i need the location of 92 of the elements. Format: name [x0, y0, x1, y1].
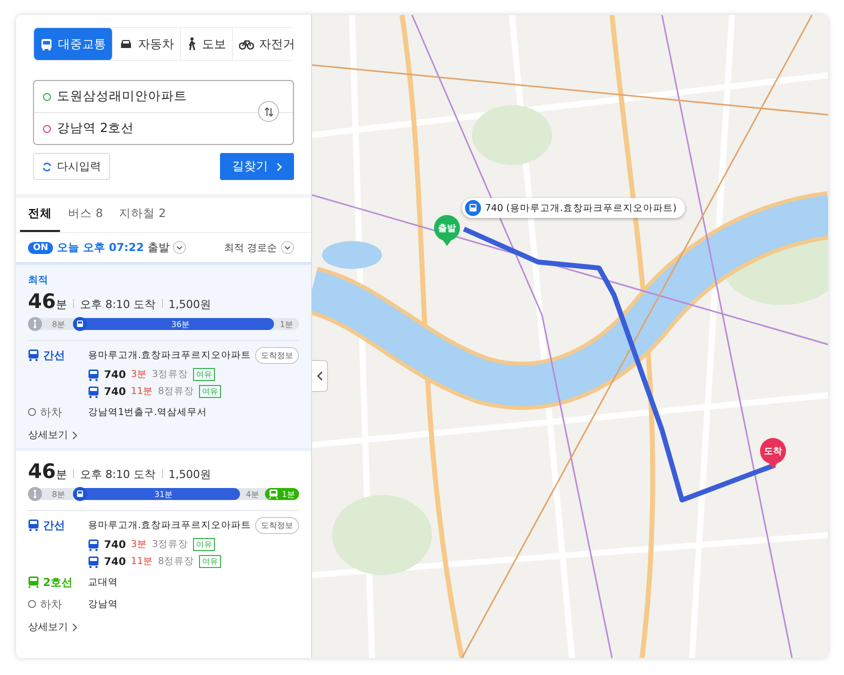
stops-away: 8정류장	[158, 385, 194, 398]
subway-icon	[268, 489, 278, 499]
arrival-eta: 11분	[130, 385, 154, 398]
destination-marker-icon	[43, 124, 51, 132]
stop-name: 용마루고개.효창파크푸르지오아파트	[88, 349, 252, 362]
walk-time-label: 4분	[246, 488, 259, 500]
bus-icon	[88, 556, 99, 568]
swap-button[interactable]	[258, 101, 279, 122]
arrival-eta: 11분	[130, 555, 154, 568]
route-card[interactable]: 최적 46분 오후 8:10 도착 1,500원 8분 36분 1분 간선 용마루고개.효창파크푸르지오아파트 도착정보 740 3분 3정류장 여유 740 11분 8정류장 여유 하차 강남역1번출구.역삼세무서 상세보기	[16, 262, 311, 448]
bus-icon	[28, 519, 39, 531]
stops-away: 3정류장	[152, 538, 188, 551]
arrival-info-button[interactable]: 도착정보	[255, 517, 299, 534]
bus-segment: 36분	[73, 318, 274, 330]
crowding-badge: 여유	[199, 385, 222, 398]
destination-field[interactable]: 강남역 2호선	[57, 120, 134, 137]
walking-person-icon	[28, 487, 42, 501]
pin-tail-icon	[768, 462, 778, 469]
subway-line: 2호선	[43, 574, 73, 590]
alight-marker-icon	[28, 408, 36, 416]
route-tag: 최적	[28, 273, 299, 287]
duration: 46분	[28, 459, 67, 483]
swap-arrows-icon	[262, 106, 274, 118]
collapse-panel-button[interactable]	[312, 360, 328, 392]
filter-tab[interactable]: 버스 8	[60, 198, 111, 232]
map-view[interactable]: 740 (용마루고개.효창파크푸르지오아파트) 출발 도착	[312, 15, 828, 658]
arrival-time: 오후 8:10 도착	[80, 297, 156, 312]
chevron-right-icon	[72, 430, 78, 440]
stop-name: 강남역1번출구.역삼세무서	[88, 406, 208, 418]
bus-number: 740	[104, 386, 126, 398]
fare: 1,500원	[168, 297, 212, 312]
reset-button[interactable]: 다시입력	[33, 153, 110, 180]
arrival-eta: 3분	[130, 368, 147, 381]
stops-away: 3정류장	[152, 368, 188, 381]
stop-name: 강남역	[88, 598, 118, 610]
chevron-right-icon	[276, 162, 283, 172]
stops-away: 8정류장	[158, 555, 194, 568]
stop-name: 용마루고개.효창파크푸르지오아파트	[88, 519, 252, 532]
bus-segment: 31분	[73, 488, 240, 500]
callout-text: 740 (용마루고개.효창파크푸르지오아파트)	[485, 202, 677, 214]
subway-segment: 1분	[264, 488, 299, 500]
fare: 1,500원	[168, 467, 212, 482]
stop-name: 교대역	[88, 576, 118, 588]
walk-time-label: 8분	[52, 318, 66, 330]
crowding-badge: 여유	[193, 368, 216, 381]
car-icon	[119, 38, 133, 50]
walking-person-icon	[28, 317, 42, 331]
duration: 46분	[28, 289, 67, 313]
details-link[interactable]: 상세보기	[28, 428, 78, 442]
chevron-right-icon	[72, 622, 78, 632]
bus-number: 740	[104, 556, 126, 568]
walk-time-label: 8분	[52, 488, 66, 500]
subway-icon	[28, 576, 39, 588]
refresh-icon	[42, 162, 52, 172]
walking-person-icon	[187, 37, 197, 51]
mode-tab[interactable]: 대중교통	[34, 28, 113, 60]
bus-line-type: 간선	[43, 518, 65, 532]
chevron-down-icon[interactable]	[173, 241, 186, 254]
bus-number: 740	[104, 538, 126, 550]
pin-tail-icon	[442, 239, 452, 246]
crowding-badge: 여유	[193, 538, 216, 551]
crowding-badge: 여유	[199, 555, 222, 568]
alight-marker-icon	[28, 600, 36, 608]
arrival-time: 오후 8:10 도착	[80, 467, 156, 482]
origin-marker-icon	[43, 92, 51, 100]
arrival-eta: 3분	[130, 538, 147, 551]
alight-label: 하차	[40, 404, 62, 420]
bus-icon	[73, 487, 88, 501]
bus-line-type: 간선	[43, 348, 65, 362]
bus-icon	[73, 317, 88, 331]
bicycle-icon	[239, 38, 254, 50]
chevron-left-icon	[316, 371, 322, 381]
bus-stop-callout[interactable]: 740 (용마루고개.효창파크푸르지오아파트)	[462, 198, 685, 218]
bus-icon	[88, 538, 99, 550]
filter-tab[interactable]: 지하철 2	[110, 198, 174, 232]
sort-option[interactable]: 최적 경로순	[224, 240, 277, 254]
chevron-down-icon[interactable]	[281, 241, 294, 254]
bus-icon	[88, 368, 99, 380]
search-button[interactable]: 길찾기	[220, 153, 294, 180]
arrival-info-button[interactable]: 도착정보	[255, 347, 299, 364]
filter-tab[interactable]: 전체	[20, 198, 60, 232]
bus-icon	[28, 349, 39, 361]
bus-number: 740	[104, 368, 126, 380]
alight-label: 하차	[40, 596, 62, 612]
bus-icon	[465, 200, 481, 216]
bus-icon	[40, 38, 53, 50]
departure-toggle[interactable]: ON	[28, 242, 54, 254]
details-link[interactable]: 상세보기	[28, 620, 78, 634]
departure-time[interactable]: 오늘 오후 07:22 출발	[57, 240, 170, 255]
origin-field[interactable]: 도원삼성래미안아파트	[57, 88, 187, 105]
bus-icon	[88, 386, 99, 398]
walk-time-label: 1분	[280, 318, 293, 330]
